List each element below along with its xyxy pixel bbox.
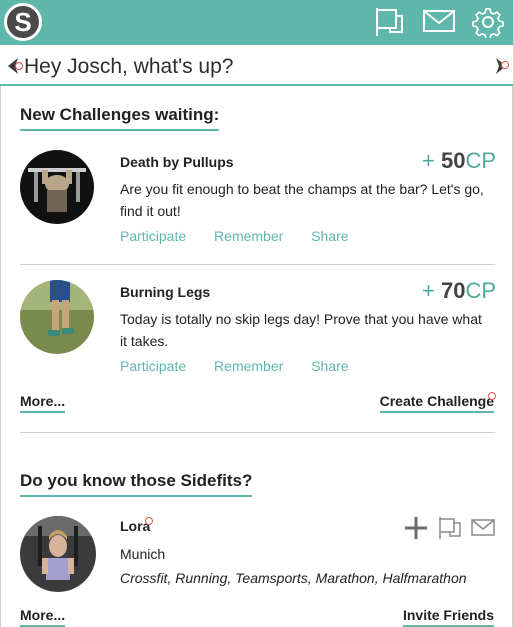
challenge-title: Death by Pullups	[120, 154, 234, 170]
challenges-section-title: New Challenges waiting:	[20, 105, 220, 131]
greeting-bar: Hey Josch, what's up?	[0, 45, 513, 86]
greeting-text: Hey Josch, what's up?	[24, 55, 234, 78]
challenge-points: + 70CP	[422, 278, 496, 304]
divider	[20, 432, 495, 433]
challenge-card: Burning Legs + 70CP Today is totally no …	[20, 278, 496, 390]
challenge-card: Death by Pullups + 50CP Are you fit enou…	[20, 148, 496, 260]
points-prefix: +	[421, 278, 441, 303]
challenge-title: Burning Legs	[120, 284, 211, 300]
challenge-description: Today is totally no skip legs day! Prove…	[120, 311, 482, 349]
challenge-image	[20, 280, 94, 354]
points-unit: CP	[465, 278, 496, 303]
create-challenge-label: Create Challenge	[379, 393, 494, 409]
notification-dot	[15, 62, 23, 70]
points-value: 50	[440, 148, 466, 173]
sidefits-more-link[interactable]: More...	[20, 607, 66, 627]
participate-link[interactable]: Participate	[120, 228, 186, 244]
top-bar: S	[0, 0, 513, 45]
logo-letter: S	[14, 7, 32, 37]
flag-icon[interactable]	[374, 6, 406, 38]
remember-link[interactable]: Remember	[214, 358, 283, 374]
person-sports: Crossfit, Running, Teamsports, Marathon,…	[120, 570, 467, 586]
notification-dot	[145, 517, 153, 525]
remember-link[interactable]: Remember	[214, 228, 283, 244]
challenge-points: + 50CP	[422, 148, 496, 174]
main-panel: New Challenges waiting: Death by Pullups…	[0, 86, 513, 627]
divider	[20, 264, 495, 265]
person-city: Munich	[120, 546, 166, 562]
app-logo[interactable]: S	[4, 3, 42, 41]
points-unit: CP	[465, 148, 496, 173]
flag-icon[interactable]	[438, 516, 462, 545]
challenge-actions: Participate Remember Share	[120, 228, 373, 244]
challenge-image	[20, 150, 94, 224]
notification-dot	[501, 61, 509, 69]
challenges-more-link[interactable]: More...	[20, 393, 66, 413]
points-prefix: +	[421, 148, 441, 173]
invite-friends-link[interactable]: Invite Friends	[402, 607, 494, 627]
participate-link[interactable]: Participate	[120, 358, 186, 374]
challenge-description: Are you fit enough to beat the champs at…	[120, 181, 484, 219]
create-challenge-link[interactable]: Create Challenge	[379, 393, 494, 413]
add-icon[interactable]	[404, 516, 428, 545]
gear-icon[interactable]	[472, 6, 504, 38]
share-link[interactable]: Share	[311, 358, 348, 374]
mail-icon[interactable]	[471, 519, 495, 542]
chevron-left-icon[interactable]	[5, 57, 23, 75]
sidefits-section-title: Do you know those Sidefits?	[20, 471, 253, 497]
points-value: 70	[440, 278, 466, 303]
chevron-right-icon[interactable]	[491, 57, 509, 75]
challenge-actions: Participate Remember Share	[120, 358, 373, 374]
notification-dot	[488, 392, 496, 400]
mail-icon[interactable]	[423, 10, 455, 34]
person-avatar[interactable]	[20, 516, 96, 592]
share-link[interactable]: Share	[311, 228, 348, 244]
